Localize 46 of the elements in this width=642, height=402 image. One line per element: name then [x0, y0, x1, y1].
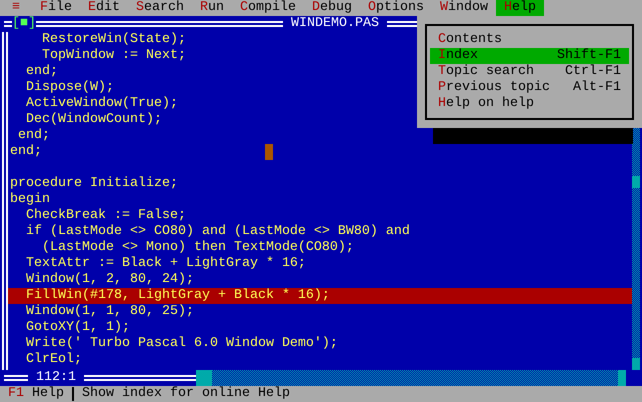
help-key[interactable]: F1 Help: [0, 386, 72, 402]
code-line: RestoreWin(State);: [40, 32, 186, 48]
scroll-down-icon[interactable]: [632, 358, 640, 370]
code-line: end;: [10, 144, 42, 160]
code-line: if (LastMode <> CO80) and (LastMode <> BW80) and: [24, 224, 410, 240]
code-line: begin: [10, 192, 50, 208]
close-box[interactable]: [■]: [12, 16, 36, 32]
window-frame-line: [4, 21, 12, 27]
code-line: ClrEol;: [24, 352, 82, 368]
code-line: Write(' Turbo Pascal 6.0 Window Demo');: [24, 336, 338, 352]
scroll-right-icon[interactable]: [618, 370, 626, 386]
code-line: CheckBreak := False;: [24, 208, 186, 224]
help-menu-item[interactable]: Index Shift-F1: [430, 48, 629, 64]
help-menu-item[interactable]: Contents: [430, 32, 629, 48]
code-line: FillWin(#178, LightGray + Black * 16);: [24, 288, 330, 304]
code-line: Dispose(W);: [24, 80, 114, 96]
code-line: ActiveWindow(True);: [24, 96, 178, 112]
menu-item[interactable]: Edit: [80, 0, 128, 16]
menu-item[interactable]: Run: [192, 0, 232, 16]
help-menu-item[interactable]: Topic search Ctrl-F1: [430, 64, 629, 80]
cursor-position: 112:1: [35, 370, 77, 386]
menu-item[interactable]: Search: [128, 0, 192, 16]
scroll-left-icon[interactable]: [196, 370, 212, 386]
menu-item[interactable]: Options: [360, 0, 432, 16]
help-menu-item[interactable]: Previous topic Alt-F1: [430, 80, 629, 96]
code-line: GotoXY(1, 1);: [24, 320, 130, 336]
code-line: end;: [16, 128, 50, 144]
code-line: procedure Initialize;: [10, 176, 178, 192]
code-line: Dec(WindowCount);: [24, 112, 162, 128]
help-menu-item[interactable]: Help on help: [430, 96, 629, 112]
menu-item[interactable]: Compile: [232, 0, 304, 16]
code-line: Window(1, 1, 80, 25);: [24, 304, 194, 320]
menu-item[interactable]: Help: [496, 0, 544, 16]
horizontal-scrollbar[interactable]: [196, 370, 626, 386]
window-frame-line: [4, 375, 28, 381]
menu-item[interactable]: File: [32, 0, 80, 16]
code-line: (LastMode <> Mono) then TextMode(CO80);: [40, 240, 354, 256]
status-message: Show index for online Help: [81, 386, 291, 402]
code-line: Window(1, 2, 80, 24);: [24, 272, 194, 288]
code-line: end;: [24, 64, 58, 80]
scroll-thumb[interactable]: [632, 176, 640, 188]
code-line: TextAttr := Black + LightGray * 16;: [24, 256, 306, 272]
menu-item[interactable]: Window: [432, 0, 496, 16]
code-line: TopWindow := Next;: [40, 48, 186, 64]
window-title: WINDEMO.PAS: [290, 16, 380, 32]
menu-item[interactable]: Debug: [304, 0, 360, 16]
